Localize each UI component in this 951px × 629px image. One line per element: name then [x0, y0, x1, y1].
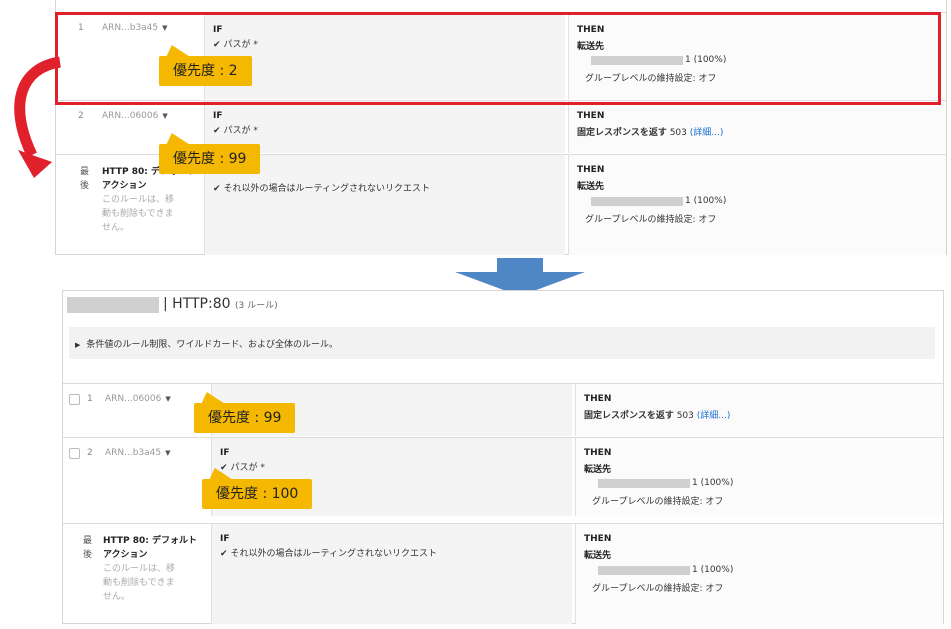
target-group-name — [591, 197, 683, 206]
listener-name — [67, 297, 159, 313]
target-weight: 1 (100%) — [685, 196, 727, 206]
priority-badge: 優先度 : 99 — [159, 144, 261, 174]
caret-right-icon: ▶ — [75, 341, 81, 349]
if-label: IF — [213, 111, 223, 121]
then-cell: THEN 固定レスポンスを返す 503 (詳細...) — [575, 384, 943, 436]
then-label: THEN — [584, 534, 612, 544]
default-rule-title: HTTP 80: デフォルトアクション — [103, 536, 198, 560]
priority-badge: 優先度 : 99 — [194, 403, 296, 433]
then-cell: THEN 転送先 1 (100%) グループレベルの維持設定: オフ — [575, 524, 943, 624]
then-label: THEN — [584, 394, 612, 404]
rule-index: 1 — [87, 394, 93, 404]
listener-header: | HTTP:80 (3 ルール) — [163, 296, 278, 312]
target-group-name — [598, 479, 690, 488]
rule-arn[interactable]: ARN...06006 ▼ — [105, 394, 171, 404]
info-banner[interactable]: ▶ 条件値のルール制限、ワイルドカード、および全体のルール。 — [69, 327, 935, 359]
priority-badge: 優先度 : 100 — [202, 479, 313, 509]
details-link[interactable]: (詳細...) — [690, 128, 724, 138]
then-label: THEN — [577, 165, 605, 175]
then-cell: THEN 固定レスポンスを返す 503 (詳細...) — [568, 101, 946, 153]
if-condition: ✔ それ以外の場合はルーティングされないリクエスト — [220, 549, 438, 559]
then-action: 転送先 — [584, 551, 612, 561]
target-weight: 1 (100%) — [692, 478, 734, 488]
default-rule-row: 最後 HTTP 80: デフォルトアクション このルールは、移動も削除もできませ… — [63, 523, 943, 624]
caret-down-icon[interactable]: ▼ — [165, 395, 170, 403]
curved-red-arrow — [14, 56, 62, 178]
priority-badge: 優先度 : 2 — [159, 56, 252, 86]
rule-number-cell: 1 ARN...06006 ▼ — [63, 384, 211, 436]
if-condition: ✔パスが * — [213, 126, 258, 136]
then-action: 転送先 — [584, 465, 612, 475]
then-action: 固定レスポンスを返す 503 (詳細...) — [584, 411, 731, 421]
check-icon: ✔ — [220, 549, 228, 559]
details-link[interactable]: (詳細...) — [697, 411, 731, 421]
rule-number-cell: 2 ARN...b3a45 ▼ — [63, 438, 211, 516]
then-label: THEN — [577, 111, 605, 121]
stickiness-setting: グループレベルの維持設定: オフ — [592, 584, 724, 594]
stickiness-setting: グループレベルの維持設定: オフ — [585, 215, 717, 225]
default-rule-note: このルールは、移動も削除もできません。 — [102, 195, 175, 233]
rule-arn[interactable]: ARN...b3a45 ▼ — [105, 448, 171, 458]
if-cell: IF ✔ それ以外の場合はルーティングされないリクエスト — [211, 524, 572, 624]
rule-checkbox[interactable] — [69, 448, 80, 459]
rule-arn[interactable]: ARN...06006 ▼ — [102, 111, 168, 121]
rule-checkbox[interactable] — [69, 394, 80, 405]
if-condition: ✔ それ以外の場合はルーティングされないリクエスト — [213, 184, 431, 194]
if-label: IF — [220, 448, 230, 458]
default-rule-note: このルールは、移動も削除もできません。 — [103, 564, 176, 602]
rule-index: 2 — [87, 448, 93, 458]
rule-row-2: 2 ARN...b3a45▼ IF ✔パスが * THEN 転送先 1 (100… — [63, 437, 943, 516]
stickiness-setting: グループレベルの維持設定: オフ — [592, 497, 724, 507]
then-cell: THEN 転送先 1 (100%) グループレベルの維持設定: オフ — [575, 438, 943, 516]
check-icon: ✔ — [213, 126, 221, 136]
then-label: THEN — [584, 448, 612, 458]
default-rule-cell: 最後 HTTP 80: デフォルトアクション このルールは、移動も削除もできませ… — [63, 524, 211, 624]
caret-down-icon[interactable]: ▼ — [165, 449, 170, 457]
target-weight: 1 (100%) — [692, 565, 734, 575]
caret-down-icon[interactable]: ▼ — [162, 112, 167, 120]
target-group-name — [598, 566, 690, 575]
if-label: IF — [220, 534, 230, 544]
last-label: 最後 — [80, 167, 90, 191]
then-cell: THEN 転送先 1 (100%) グループレベルの維持設定: オフ — [568, 155, 946, 255]
then-action: 固定レスポンスを返す 503 (詳細...) — [577, 128, 724, 138]
last-label: 最後 — [83, 536, 93, 560]
check-icon: ✔ — [213, 184, 221, 194]
then-action: 転送先 — [577, 182, 605, 192]
bottom-rules-panel: | HTTP:80 (3 ルール) ▶ 条件値のルール制限、ワイルドカード、および… — [62, 290, 944, 624]
info-text: 条件値のルール制限、ワイルドカード、および全体のルール。 — [86, 340, 339, 350]
